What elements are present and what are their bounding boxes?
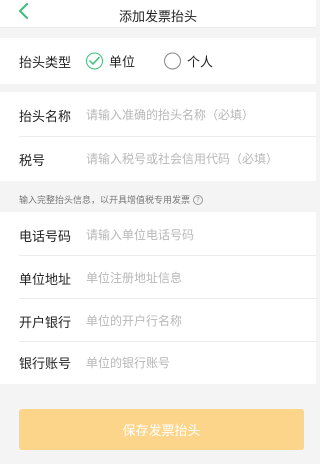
phone-label: 电话号码: [19, 229, 72, 245]
radio-unchecked-icon: [164, 52, 181, 70]
address-label: 单位地址: [19, 272, 72, 288]
title-name-label: 抬头名称: [19, 109, 72, 125]
tax-id-label: 税号: [19, 153, 46, 169]
account-label: 银行账号: [19, 357, 72, 372]
radio-company-label: 单位: [109, 55, 136, 71]
page-title: 添加发票抬头: [118, 10, 197, 25]
tax-id-input[interactable]: [86, 146, 304, 172]
question-circle-icon[interactable]: ?: [193, 194, 204, 205]
radio-personal-label: 个人: [187, 55, 214, 71]
save-invoice-title-button[interactable]: 保存发票抬头: [19, 409, 304, 450]
nav-bar: 添加发票抬头: [0, 0, 316, 28]
field-row-title-name: 抬头名称: [0, 92, 316, 138]
optional-fields-card: 电话号码 单位地址 开户银行 银行账号: [0, 212, 316, 384]
radio-personal[interactable]: 个人: [164, 52, 213, 71]
invoice-type-label: 抬头类型: [19, 55, 72, 71]
phone-input[interactable]: [86, 222, 304, 248]
invoice-type-row: 抬头类型 单位 个人: [0, 38, 316, 84]
required-fields-card: 抬头名称 税号: [0, 92, 316, 181]
field-row-tax-id: 税号: [0, 136, 316, 182]
invoice-type-card: 抬头类型 单位 个人: [0, 38, 316, 84]
field-row-address: 单位地址: [0, 255, 316, 301]
address-input[interactable]: [86, 265, 304, 291]
radio-checked-icon: [86, 52, 103, 70]
vat-notice-text: 输入完整抬头信息，以开具增值税专用发票: [19, 196, 191, 206]
vat-notice: 输入完整抬头信息，以开具增值税专用发票 ?: [19, 193, 204, 206]
bank-label: 开户银行: [19, 315, 72, 331]
field-row-phone: 电话号码: [0, 212, 316, 258]
radio-company[interactable]: 单位: [86, 52, 135, 71]
bank-input[interactable]: [86, 308, 304, 334]
field-row-account: 银行账号: [0, 341, 316, 384]
field-row-bank: 开户银行: [0, 298, 316, 344]
title-name-input[interactable]: [86, 102, 304, 128]
account-input[interactable]: [86, 349, 304, 376]
